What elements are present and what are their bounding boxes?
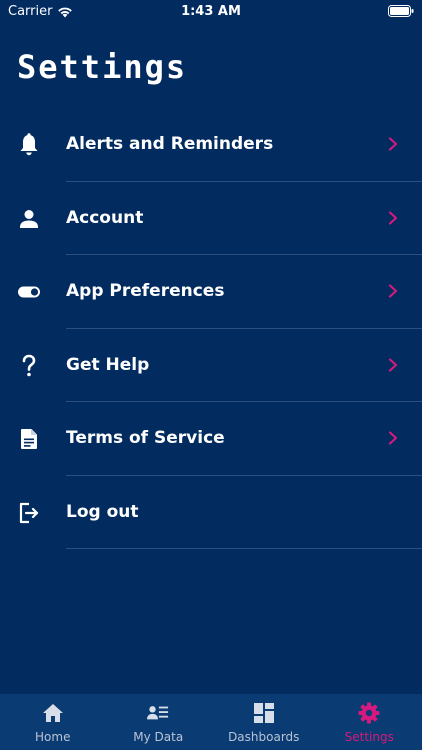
toggle-icon bbox=[17, 280, 41, 304]
settings-list: Alerts and Reminders Account App Prefere… bbox=[0, 108, 422, 549]
my-data-icon bbox=[147, 702, 169, 724]
gear-icon bbox=[358, 702, 380, 724]
tab-label: Dashboards bbox=[228, 730, 300, 744]
settings-item-label: Get Help bbox=[66, 354, 150, 375]
settings-item-label: Alerts and Reminders bbox=[66, 134, 274, 154]
person-icon bbox=[17, 207, 41, 231]
settings-item-label: Log out bbox=[66, 501, 139, 522]
chevron-right-icon bbox=[388, 137, 398, 151]
dashboard-icon bbox=[253, 702, 275, 724]
tab-label: Home bbox=[35, 730, 71, 744]
bell-icon bbox=[17, 133, 41, 157]
tab-bar: Home My Data Dashboards Settings bbox=[0, 694, 422, 750]
chevron-right-icon bbox=[388, 431, 398, 445]
chevron-right-icon bbox=[388, 210, 398, 225]
settings-item-label: Terms of Service bbox=[66, 428, 225, 448]
settings-item-account[interactable]: Account bbox=[0, 182, 422, 255]
tab-label: Settings bbox=[344, 730, 394, 744]
settings-item-label: App Preferences bbox=[66, 281, 225, 301]
tab-label: My Data bbox=[133, 730, 184, 744]
chevron-right-icon bbox=[388, 284, 398, 298]
document-icon bbox=[17, 427, 41, 451]
settings-screen: Carrier 1:43 AM Settings Alerts and Remi… bbox=[0, 0, 422, 750]
settings-item-label: Account bbox=[66, 207, 144, 228]
settings-item-get-help[interactable]: Get Help bbox=[0, 329, 422, 402]
logout-icon bbox=[17, 501, 41, 525]
settings-item-alerts[interactable]: Alerts and Reminders bbox=[0, 108, 422, 182]
status-bar: Carrier 1:43 AM bbox=[0, 0, 422, 24]
chevron-right-icon bbox=[388, 357, 398, 372]
settings-item-app-preferences[interactable]: App Preferences bbox=[0, 255, 422, 329]
battery-icon bbox=[388, 5, 414, 17]
divider bbox=[66, 548, 422, 549]
home-icon bbox=[42, 702, 64, 724]
page-title: Settings bbox=[17, 48, 188, 86]
settings-item-terms-of-service[interactable]: Terms of Service bbox=[0, 402, 422, 476]
tab-dashboards[interactable]: Dashboards bbox=[211, 694, 317, 750]
question-icon bbox=[17, 354, 41, 378]
tab-home[interactable]: Home bbox=[0, 694, 106, 750]
settings-item-log-out[interactable]: Log out bbox=[0, 476, 422, 549]
status-right bbox=[388, 5, 414, 21]
tab-settings[interactable]: Settings bbox=[317, 694, 422, 750]
tab-my-data[interactable]: My Data bbox=[106, 694, 212, 750]
status-time: 1:43 AM bbox=[181, 4, 241, 19]
